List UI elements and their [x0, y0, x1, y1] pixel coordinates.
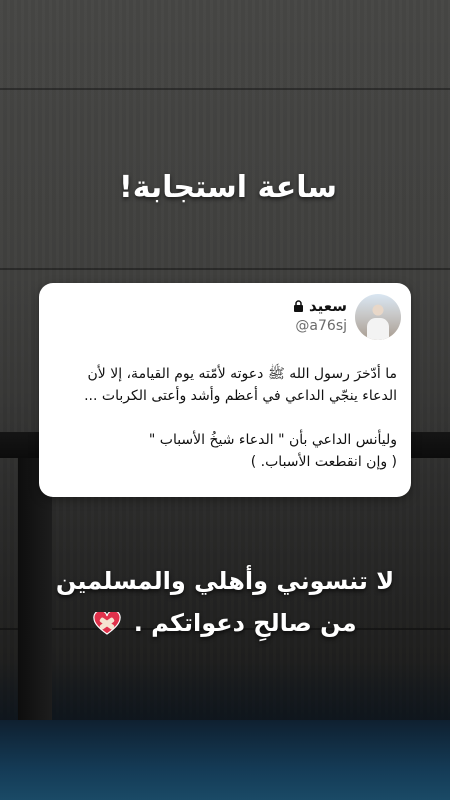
author-row: سعيد — [293, 297, 347, 315]
story-headline: ساعة استجابة! — [0, 170, 450, 205]
tweet-paragraph-2-line-2: ( وإن انقطعت الأسباب. ) — [250, 454, 397, 470]
story-caption: لا تنسوني وأهلي والمسلمين من صالحِ دعوات… — [0, 560, 450, 644]
tweet-paragraph-1: ما أدّخرَ رسول الله ﷺ دعوته لأمّته يوم ا… — [84, 366, 397, 404]
mending-heart-icon — [93, 612, 122, 635]
background-carpet — [0, 720, 450, 800]
tweet-paragraph-2-line-1: وليأنس الداعي بأن " الدعاء شيخُ الأسباب … — [148, 432, 397, 448]
caption-line-1: لا تنسوني وأهلي والمسلمين — [55, 567, 395, 595]
headline-text: ساعة استجابة — [132, 170, 337, 205]
caption-line-2: من صالحِ دعواتكم . — [0, 602, 450, 644]
avatar[interactable] — [355, 294, 401, 340]
background-shadow — [0, 660, 450, 720]
lock-icon — [293, 300, 303, 312]
tweet-body: ما أدّخرَ رسول الله ﷺ دعوته لأمّته يوم ا… — [51, 363, 397, 473]
tweet-card[interactable]: سعيد @a76sj ما أدّخرَ رسول الله ﷺ دعوته … — [39, 283, 411, 497]
headline-exclamation: ! — [119, 170, 133, 205]
author-name[interactable]: سعيد — [309, 297, 347, 315]
author-handle[interactable]: @a76sj — [295, 318, 347, 334]
caption-line-2-text: من صالحِ دعواتكم . — [133, 609, 357, 637]
